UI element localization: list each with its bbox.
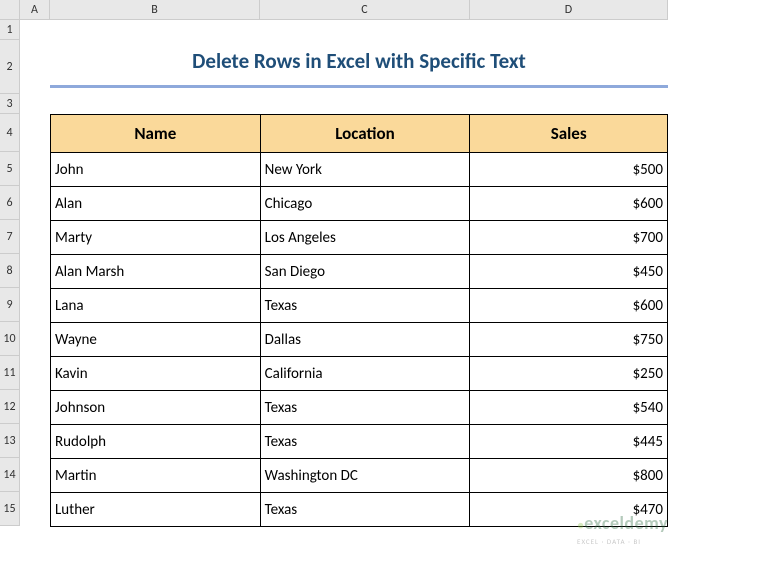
row-header-2[interactable]: 2 xyxy=(0,40,20,94)
col-header-B[interactable]: B xyxy=(50,0,260,20)
header-name[interactable]: Name xyxy=(51,115,261,153)
cell-sales[interactable]: $450 xyxy=(470,255,668,289)
cell-sales[interactable]: $700 xyxy=(470,221,668,255)
row-header-6[interactable]: 6 xyxy=(0,186,20,220)
table-row: JohnsonTexas$540 xyxy=(51,391,668,425)
cell-location[interactable]: Texas xyxy=(260,391,470,425)
table-header-row: Name Location Sales xyxy=(51,115,668,153)
row-header-9[interactable]: 9 xyxy=(0,288,20,322)
cell-location[interactable]: Texas xyxy=(260,289,470,323)
row-header-7[interactable]: 7 xyxy=(0,220,20,254)
cell-location[interactable]: Los Angeles xyxy=(260,221,470,255)
cell-location[interactable]: San Diego xyxy=(260,255,470,289)
cell-location[interactable]: Texas xyxy=(260,425,470,459)
table-row: AlanChicago$600 xyxy=(51,187,668,221)
cell-name[interactable]: Rudolph xyxy=(51,425,261,459)
spreadsheet-grid: 123456789101112131415 ABCD Delete Rows i… xyxy=(0,0,768,526)
row-header-1[interactable]: 1 xyxy=(0,20,20,40)
table-row: RudolphTexas$445 xyxy=(51,425,668,459)
cell-name[interactable]: John xyxy=(51,153,261,187)
row-header-3[interactable]: 3 xyxy=(0,94,20,114)
cell-location[interactable]: Dallas xyxy=(260,323,470,357)
cell-name[interactable]: Wayne xyxy=(51,323,261,357)
cell-sales[interactable]: $500 xyxy=(470,153,668,187)
cell-sales[interactable]: $445 xyxy=(470,425,668,459)
cell-name[interactable]: Kavin xyxy=(51,357,261,391)
cell-sales[interactable]: $600 xyxy=(470,187,668,221)
table-row: MartinWashington DC$800 xyxy=(51,459,668,493)
row-header-11[interactable]: 11 xyxy=(0,356,20,390)
col-headers: ABCD xyxy=(20,0,668,20)
cell-location[interactable]: New York xyxy=(260,153,470,187)
table-row: WayneDallas$750 xyxy=(51,323,668,357)
row-header-12[interactable]: 12 xyxy=(0,390,20,424)
table-row: MartyLos Angeles$700 xyxy=(51,221,668,255)
cell-location[interactable]: Texas xyxy=(260,493,470,527)
cell-name[interactable]: Lana xyxy=(51,289,261,323)
table-row: Alan MarshSan Diego$450 xyxy=(51,255,668,289)
row-headers: 123456789101112131415 xyxy=(0,0,20,526)
cell-location[interactable]: Washington DC xyxy=(260,459,470,493)
header-location[interactable]: Location xyxy=(260,115,470,153)
table-row: KavinCalifornia$250 xyxy=(51,357,668,391)
cell-name[interactable]: Luther xyxy=(51,493,261,527)
data-table: Name Location Sales JohnNew York$500Alan… xyxy=(50,114,668,527)
cell-name[interactable]: Alan Marsh xyxy=(51,255,261,289)
cell-name[interactable]: Marty xyxy=(51,221,261,255)
corner[interactable] xyxy=(0,0,20,20)
col-header-A[interactable]: A xyxy=(20,0,50,20)
cell-name[interactable]: Johnson xyxy=(51,391,261,425)
cell-sales[interactable]: $750 xyxy=(470,323,668,357)
cell-name[interactable]: Martin xyxy=(51,459,261,493)
cell-sales[interactable]: $800 xyxy=(470,459,668,493)
row-header-4[interactable]: 4 xyxy=(0,114,20,152)
page-title: Delete Rows in Excel with Specific Text xyxy=(50,40,668,88)
cell-sales[interactable]: $250 xyxy=(470,357,668,391)
cell-location[interactable]: Chicago xyxy=(260,187,470,221)
col-header-D[interactable]: D xyxy=(470,0,668,20)
row-header-8[interactable]: 8 xyxy=(0,254,20,288)
cell-name[interactable]: Alan xyxy=(51,187,261,221)
row-header-15[interactable]: 15 xyxy=(0,492,20,526)
header-sales[interactable]: Sales xyxy=(470,115,668,153)
row-header-14[interactable]: 14 xyxy=(0,458,20,492)
cell-sales[interactable]: $600 xyxy=(470,289,668,323)
col-header-C[interactable]: C xyxy=(260,0,470,20)
row-header-10[interactable]: 10 xyxy=(0,322,20,356)
table-row: LutherTexas$470 xyxy=(51,493,668,527)
cell-sales[interactable]: $540 xyxy=(470,391,668,425)
cell-location[interactable]: California xyxy=(260,357,470,391)
table-row: JohnNew York$500 xyxy=(51,153,668,187)
row-header-13[interactable]: 13 xyxy=(0,424,20,458)
table-row: LanaTexas$600 xyxy=(51,289,668,323)
row-header-5[interactable]: 5 xyxy=(0,152,20,186)
watermark: ●exceldemy EXCEL · DATA · BI xyxy=(577,512,668,548)
